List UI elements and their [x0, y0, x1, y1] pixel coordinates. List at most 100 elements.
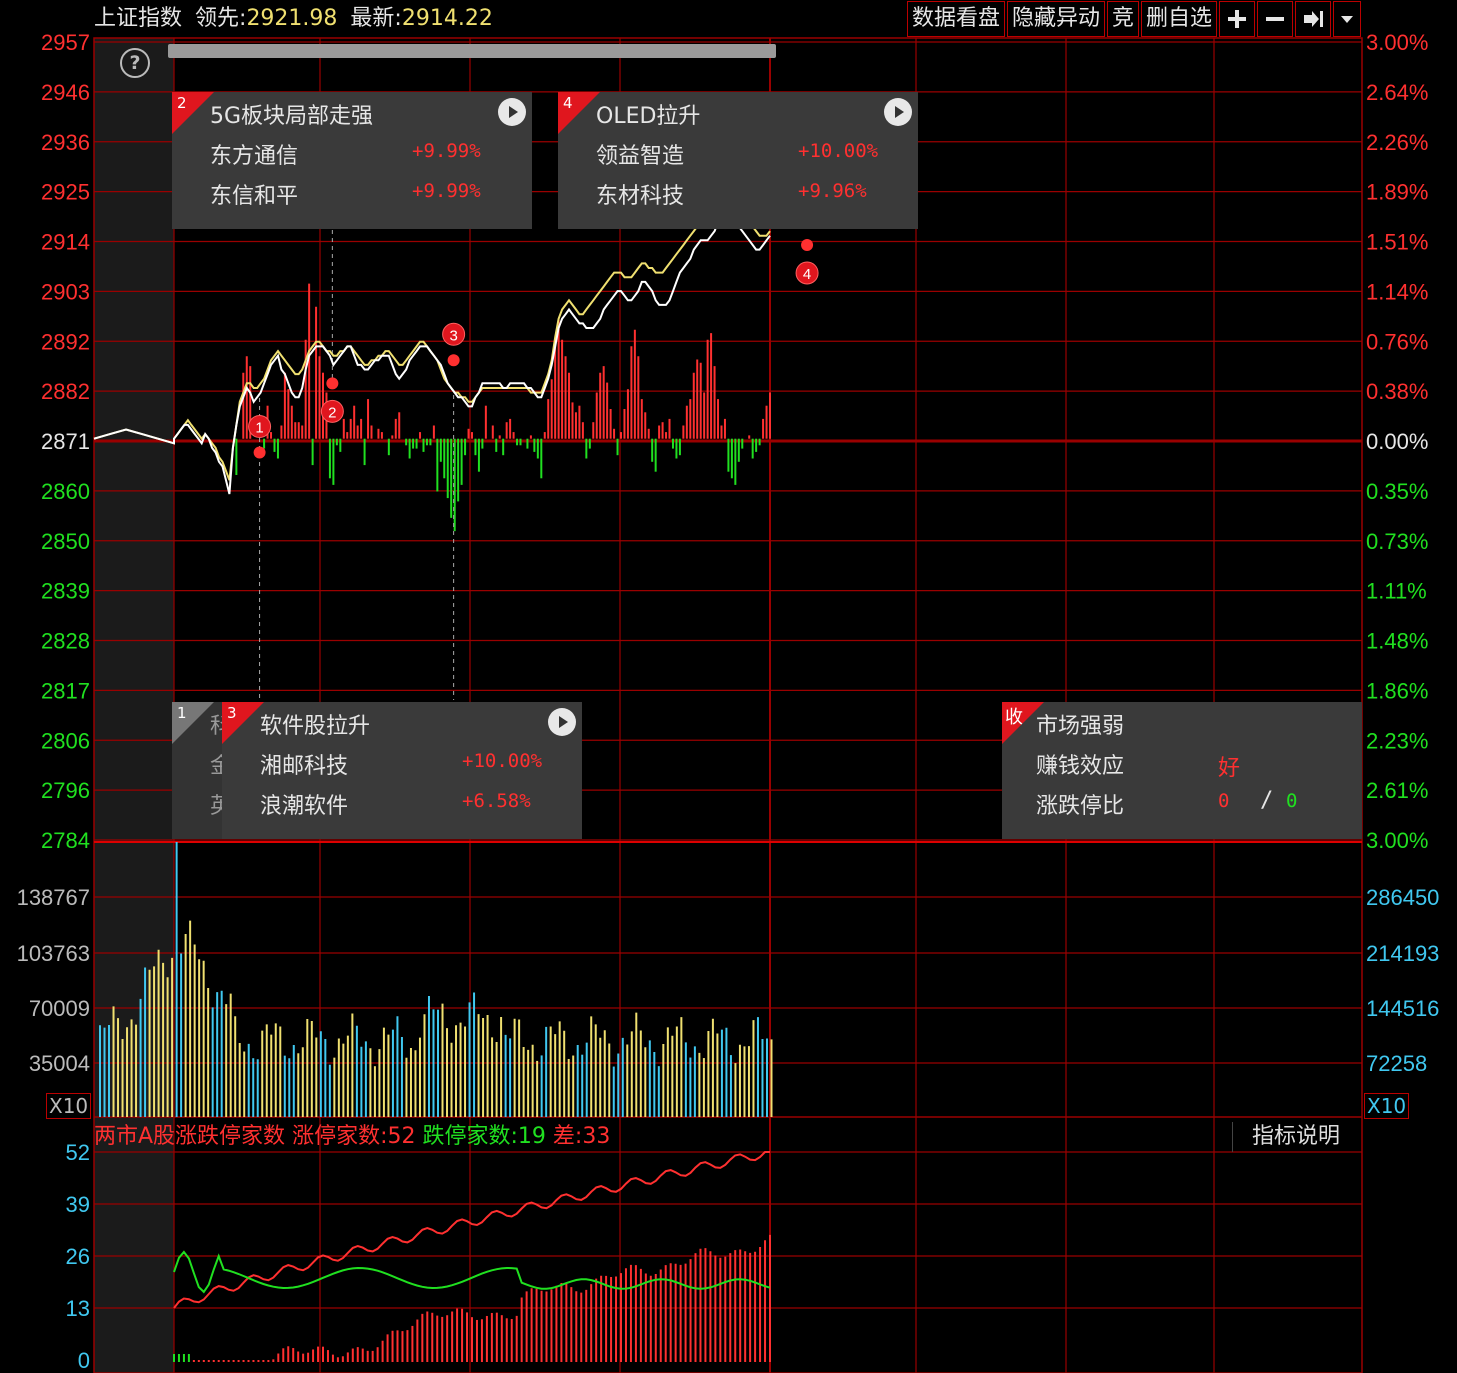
- stock-change: +9.99%: [412, 180, 481, 202]
- indicator-explain-button[interactable]: 指标说明: [1232, 1122, 1359, 1152]
- event-marker-label: 2: [328, 404, 336, 421]
- percent-tick-label: 0.76%: [1366, 329, 1428, 354]
- stock-change: +9.96%: [798, 180, 867, 202]
- event-dot: [801, 238, 814, 251]
- price-tick-label: 2914: [41, 230, 90, 255]
- percent-tick-label: 2.61%: [1366, 778, 1428, 803]
- price-tick-label: 2903: [41, 279, 90, 304]
- price-tick-label: 2839: [41, 579, 90, 604]
- minus-icon[interactable]: [1257, 1, 1293, 37]
- card-number: 2: [177, 94, 187, 112]
- play-icon[interactable]: [498, 98, 526, 126]
- volume-tick-right: 144516: [1366, 996, 1439, 1021]
- price-tick-label: 2806: [41, 728, 90, 753]
- percent-tick-label: 2.64%: [1366, 80, 1428, 105]
- price-tick-label: 2860: [41, 479, 90, 504]
- toolbar: 数据看盘 隐藏异动 竞 删自选: [905, 1, 1361, 37]
- indicator-title-bar: 两市A股涨跌停家数 涨停家数:52 跌停家数:19 差:33: [94, 1122, 610, 1152]
- volume-tick-left: 35004: [29, 1051, 90, 1076]
- delete-watchlist-button[interactable]: 删自选: [1140, 1, 1217, 37]
- lead-value: 2921.98: [246, 6, 338, 31]
- card-number: 1: [177, 704, 187, 722]
- percent-tick-label: 0.35%: [1366, 479, 1428, 504]
- event-marker-label: 3: [449, 327, 457, 344]
- percent-tick-label: 1.86%: [1366, 678, 1428, 703]
- card-number: 4: [563, 94, 573, 112]
- volume-tick-left: 138767: [17, 885, 90, 910]
- stock-name[interactable]: 领益智造: [596, 138, 684, 170]
- play-icon[interactable]: [884, 98, 912, 126]
- price-tick-label: 2892: [41, 329, 90, 354]
- price-tick-label: 2882: [41, 379, 90, 404]
- pre-market-shade: [94, 38, 174, 1373]
- play-icon[interactable]: [548, 708, 576, 736]
- price-tick-label: 2936: [41, 130, 90, 155]
- percent-tick-label: 1.51%: [1366, 230, 1428, 255]
- volume-unit-right: X10: [1364, 1093, 1410, 1119]
- percent-tick-label: 2.26%: [1366, 130, 1428, 155]
- event-dot: [326, 377, 339, 390]
- diff-label: 差:: [552, 1124, 583, 1149]
- latest-value: 2914.22: [401, 6, 493, 31]
- percent-tick-label: 3.00%: [1366, 30, 1428, 55]
- event-card-software[interactable]: 3 软件股拉升 湘邮科技 +10.00% 浪潮软件 +6.58%: [222, 702, 582, 839]
- stock-name[interactable]: 湘邮科技: [260, 748, 348, 780]
- indicator-title: 两市A股涨跌停家数: [94, 1124, 286, 1149]
- percent-tick-label: 0.38%: [1366, 379, 1428, 404]
- price-tick-label: 2817: [41, 678, 90, 703]
- volume-tick-right: 286450: [1366, 885, 1439, 910]
- price-tick-label: 2957: [41, 30, 90, 55]
- indicator-tick-label: 13: [66, 1296, 90, 1321]
- stock-change: +9.99%: [412, 140, 481, 162]
- auction-button[interactable]: 竞: [1106, 1, 1139, 37]
- stock-change: +10.00%: [798, 140, 879, 162]
- event-marker-label: 1: [255, 420, 263, 437]
- price-tick-label: 2784: [41, 828, 90, 853]
- price-tick-label: 2850: [41, 529, 90, 554]
- event-marker-label: 4: [803, 266, 811, 283]
- percent-tick-label: 2.23%: [1366, 728, 1428, 753]
- arrow-right-bar-icon[interactable]: [1295, 1, 1331, 37]
- index-name: 上证指数: [94, 6, 183, 31]
- limit-up-value: 52: [387, 1124, 416, 1149]
- limit-down-value: 19: [517, 1124, 546, 1149]
- hide-moves-button[interactable]: 隐藏异动: [1006, 1, 1105, 37]
- stock-name[interactable]: 东方通信: [210, 138, 298, 170]
- stock-change: +10.00%: [462, 750, 543, 772]
- limit-up-count: 0: [1218, 790, 1230, 812]
- diff-value: 33: [582, 1124, 611, 1149]
- volume-tick-right: 214193: [1366, 941, 1439, 966]
- time-scrollbar[interactable]: [168, 44, 776, 58]
- stock-name[interactable]: 浪潮软件: [260, 788, 348, 820]
- volume-tick-left: 103763: [17, 941, 90, 966]
- card-number: 收: [1005, 707, 1023, 728]
- caret-down-icon[interactable]: [1333, 1, 1361, 37]
- market-strength-card[interactable]: 收 市场强弱 赚钱效应 好 涨跌停比 0 / 0: [1002, 702, 1362, 839]
- limit-ratio-label: 涨跌停比: [1036, 794, 1125, 819]
- percent-tick-label: 3.00%: [1366, 828, 1428, 853]
- percent-axis-right: 3.00% 2.64% 2.26% 1.89% 1.51% 1.14% 0.76% 0.38%…: [1366, 30, 1428, 853]
- stock-name[interactable]: 东材科技: [596, 178, 684, 210]
- price-tick-label: 2946: [41, 80, 90, 105]
- price-tick-label: 2925: [41, 180, 90, 205]
- plus-icon[interactable]: [1219, 1, 1255, 37]
- indicator-tick-label: 39: [66, 1192, 90, 1217]
- limit-down-label: 跌停家数:: [422, 1124, 518, 1149]
- data-view-button[interactable]: 数据看盘: [906, 1, 1005, 37]
- price-tick-label: 2871: [41, 429, 90, 454]
- event-dot: [253, 446, 266, 459]
- price-tick-label: 2796: [41, 778, 90, 803]
- indicator-tick-label: 26: [66, 1244, 90, 1269]
- limit-up-label: 涨停家数:: [292, 1124, 388, 1149]
- price-tick-label: 2828: [41, 629, 90, 654]
- stock-name[interactable]: 东信和平: [210, 178, 298, 210]
- percent-tick-label: 0.00%: [1366, 429, 1428, 454]
- event-dot: [447, 354, 460, 367]
- card-title: OLED拉升: [596, 104, 701, 129]
- card-title: 市场强弱: [1036, 714, 1125, 739]
- help-icon[interactable]: ?: [120, 48, 150, 78]
- indicator-tick-label: 0: [78, 1348, 90, 1373]
- event-card-oled[interactable]: 4 OLED拉升 领益智造 +10.00% 东材科技 +9.96%: [558, 92, 918, 229]
- chart-header: 上证指数 领先:2921.98 最新:2914.22: [94, 0, 894, 38]
- event-card-5g[interactable]: 2 5G板块局部走强 东方通信 +9.99% 东信和平 +9.99%: [172, 92, 532, 229]
